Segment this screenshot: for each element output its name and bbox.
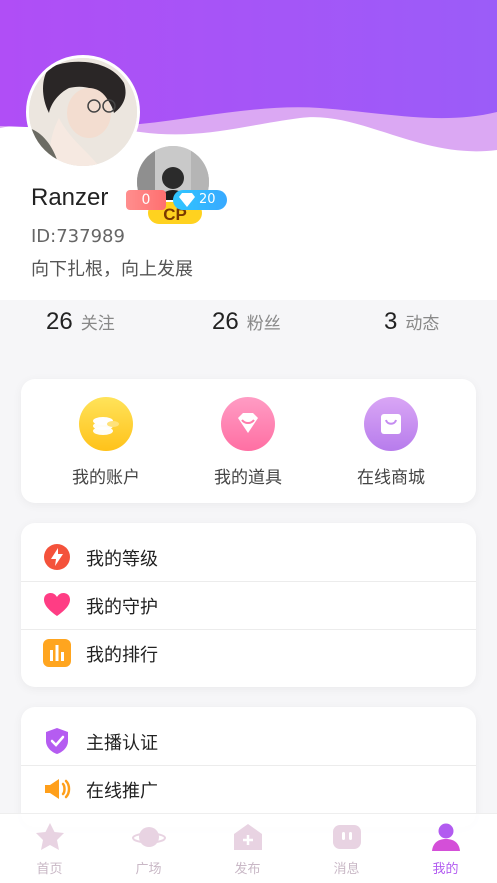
menu-card-2: 主播认证 在线推广 — [21, 707, 476, 827]
shield-check-icon — [43, 727, 71, 755]
menu-label: 我的排行 — [86, 645, 158, 666]
tab-mine[interactable]: 我的 — [396, 822, 495, 877]
tab-label: 消息 — [333, 862, 360, 877]
stat-fans[interactable]: 26 粉丝 — [212, 308, 281, 348]
quick-label: 我的账户 — [72, 468, 140, 488]
menu-label: 在线推广 — [86, 781, 158, 802]
planet-icon — [131, 822, 166, 852]
tab-home[interactable]: 首页 — [0, 822, 99, 877]
stat-label: 动态 — [405, 314, 440, 334]
stat-number: 26 — [212, 308, 239, 335]
quick-label: 在线商城 — [357, 468, 425, 488]
stat-number: 3 — [384, 308, 398, 335]
diamond-icon — [179, 193, 195, 207]
menu-label: 主播认证 — [86, 733, 158, 754]
stat-following[interactable]: 26 关注 — [46, 308, 115, 348]
avatar[interactable] — [26, 55, 140, 169]
tab-square[interactable]: 广场 — [99, 822, 198, 877]
menu-item-anchor-certification[interactable]: 主播认证 — [21, 717, 476, 765]
stat-posts[interactable]: 3 动态 — [384, 308, 439, 348]
tab-label: 广场 — [135, 862, 162, 877]
my-account-button[interactable]: 我的账户 — [46, 397, 166, 488]
stats-row: 26 关注 26 粉丝 3 动态 — [0, 308, 497, 348]
bar-chart-icon — [43, 639, 71, 667]
menu-item-guard[interactable]: 我的守护 — [21, 581, 476, 629]
user-id: ID:737989 — [31, 226, 125, 247]
shopping-bag-icon — [364, 397, 418, 451]
publish-icon — [231, 822, 265, 852]
user-icon — [429, 822, 463, 852]
stat-label: 粉丝 — [246, 314, 281, 334]
menu-item-promotion[interactable]: 在线推广 — [21, 765, 476, 813]
diamond-badge: 20 — [173, 190, 227, 210]
message-icon — [330, 822, 364, 852]
tab-label: 首页 — [36, 862, 63, 877]
tab-label: 发布 — [234, 862, 261, 877]
bottom-tab-bar: 首页 广场 发布 消息 我的 — [0, 813, 497, 883]
level-badge: 0 — [126, 190, 166, 210]
quick-label: 我的道具 — [214, 468, 282, 488]
menu-card-1: 我的等级 我的守护 我的排行 — [21, 523, 476, 687]
stat-number: 26 — [46, 308, 73, 335]
coins-icon — [79, 397, 133, 451]
menu-label: 我的守护 — [86, 597, 158, 618]
my-props-button[interactable]: 我的道具 — [188, 397, 308, 488]
menu-item-ranking[interactable]: 我的排行 — [21, 629, 476, 677]
quick-actions-card: 我的账户 我的道具 在线商城 — [21, 379, 476, 503]
tab-publish[interactable]: 发布 — [198, 822, 297, 877]
lightning-icon — [43, 543, 71, 571]
megaphone-icon — [43, 775, 71, 803]
diamond-count: 20 — [199, 192, 216, 207]
avatar-group[interactable]: CP — [26, 55, 212, 226]
star-icon — [33, 822, 67, 852]
stat-label: 关注 — [80, 314, 115, 334]
signature: 向下扎根，向上发展 — [31, 259, 193, 280]
heart-icon — [43, 591, 71, 619]
username: Ranzer — [31, 184, 109, 211]
menu-label: 我的等级 — [86, 549, 158, 570]
tab-messages[interactable]: 消息 — [297, 822, 396, 877]
tab-label: 我的 — [432, 862, 459, 877]
online-mall-button[interactable]: 在线商城 — [331, 397, 451, 488]
gem-icon — [221, 397, 275, 451]
menu-item-level[interactable]: 我的等级 — [21, 533, 476, 581]
